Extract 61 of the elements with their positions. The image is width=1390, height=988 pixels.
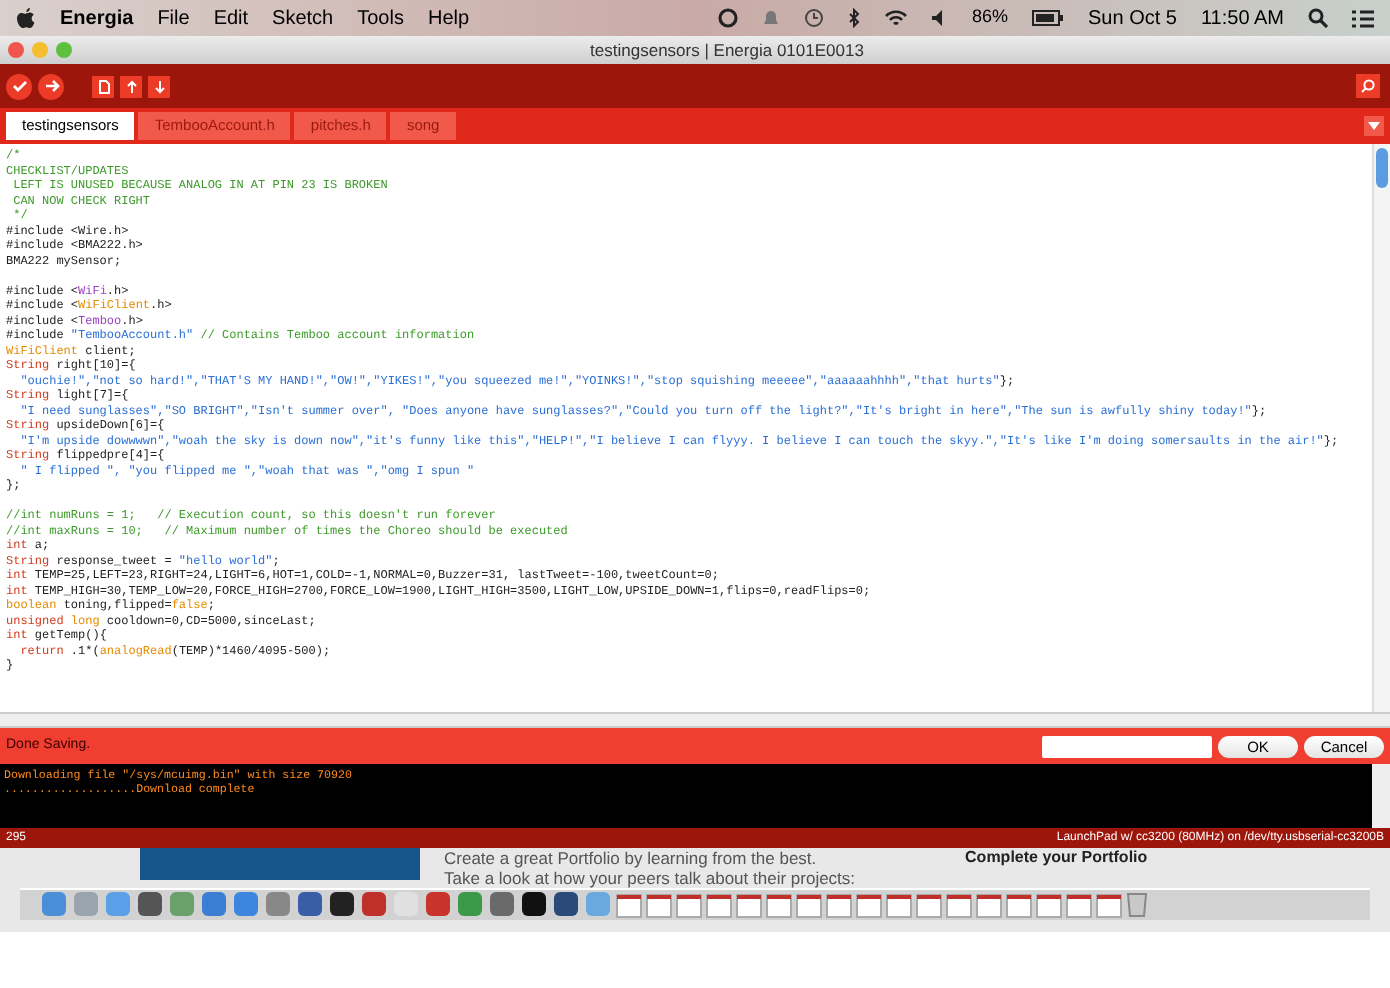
window-thumbnail-icon[interactable] [616, 894, 642, 918]
window-thumbnail-icon[interactable] [1066, 894, 1092, 918]
wifi-icon[interactable] [884, 9, 908, 27]
check-icon [11, 78, 27, 94]
menu-time[interactable]: 11:50 AM [1200, 3, 1284, 33]
clock-icon[interactable] [804, 8, 824, 28]
menu-item[interactable]: Sketch [272, 3, 334, 33]
close-button[interactable] [8, 42, 24, 58]
app-menu[interactable]: Energia [60, 3, 134, 33]
battery-icon[interactable] [1032, 10, 1065, 26]
window-thumbnail-icon[interactable] [646, 894, 672, 918]
page-side-title: Complete your Portfolio [965, 848, 1148, 868]
verify-button[interactable] [6, 73, 32, 99]
search-icon[interactable] [1308, 8, 1328, 28]
window-thumbnail-icon[interactable] [676, 894, 702, 918]
menu-item[interactable]: Tools [357, 3, 404, 33]
open-button[interactable] [120, 75, 142, 97]
window-thumbnail-icon[interactable] [796, 894, 822, 918]
search-icon [1360, 78, 1376, 94]
tab-menu-button[interactable] [1364, 116, 1384, 136]
input-field[interactable] [1042, 735, 1212, 757]
menu-item[interactable]: Help [427, 3, 470, 33]
scrollbar[interactable] [1372, 144, 1390, 712]
page-heading: Create a great Portfolio by learning from the best. [444, 848, 819, 868]
arrow-right-icon [43, 78, 59, 94]
caret-icon [1368, 122, 1380, 130]
window-thumbnail-icon[interactable] [856, 894, 882, 918]
apple-icon[interactable] [16, 7, 36, 29]
code-editor[interactable] [0, 144, 1390, 712]
menu-item[interactable]: Edit [213, 3, 249, 33]
window-thumbnail-icon[interactable] [706, 894, 732, 918]
list-icon[interactable] [1352, 9, 1374, 27]
window-thumbnail-icon[interactable] [826, 894, 852, 918]
window-thumbnail-icon[interactable] [1006, 894, 1032, 918]
window-thumbnail-icon[interactable] [916, 894, 942, 918]
bluetooth-icon[interactable] [848, 8, 860, 28]
volume-icon[interactable] [932, 10, 948, 26]
save-button[interactable] [148, 75, 170, 97]
app-icon[interactable] [520, 890, 548, 918]
window-thumbnail-icon[interactable] [1096, 894, 1122, 918]
window-title: testingsensors | Energia 0101E0013 [588, 37, 866, 63]
new-button[interactable] [92, 75, 114, 97]
app-icon[interactable] [552, 890, 580, 918]
page-subheading: Take a look at how your peers talk about their projects: [444, 868, 856, 888]
battery-percent: 86% [972, 4, 1009, 31]
console-scrollbar[interactable] [1372, 764, 1390, 828]
upload-button[interactable] [38, 73, 64, 99]
app-icon[interactable] [328, 890, 356, 918]
scroll-thumb[interactable] [1376, 148, 1388, 188]
window-thumbnail-icon[interactable] [766, 894, 792, 918]
serial-monitor-button[interactable] [1356, 74, 1380, 98]
window-thumbnail-icon[interactable] [1036, 894, 1062, 918]
document-icon [97, 79, 109, 93]
window-thumbnail-icon[interactable] [886, 894, 912, 918]
menu-date[interactable]: Sun Oct 5 [1088, 3, 1177, 33]
arrow-down-icon [153, 79, 165, 93]
window-thumbnail-icon[interactable] [946, 894, 972, 918]
menu-item[interactable]: File [157, 3, 190, 33]
window-thumbnail-icon[interactable] [736, 894, 762, 918]
arrow-up-icon [125, 79, 137, 93]
window-thumbnail-icon[interactable] [976, 894, 1002, 918]
